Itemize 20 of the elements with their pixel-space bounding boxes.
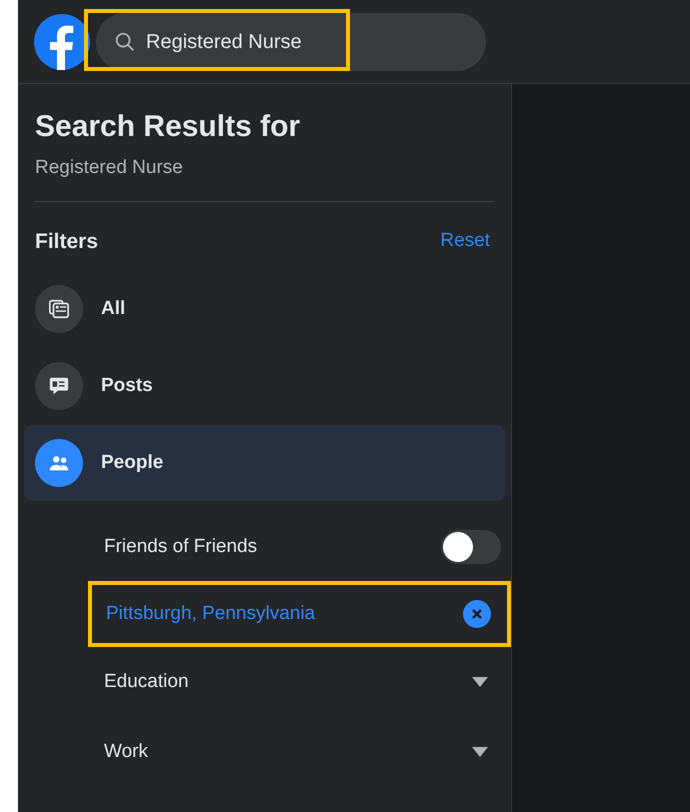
search-icon bbox=[114, 30, 136, 52]
caret-icon bbox=[471, 746, 489, 758]
sidebar-title: Search Results for bbox=[35, 109, 302, 145]
search-field[interactable]: Registered Nurse bbox=[96, 12, 486, 70]
filter-category[interactable]: People bbox=[24, 425, 505, 501]
speech-bubble-icon bbox=[48, 375, 70, 397]
filter-category[interactable]: All bbox=[24, 271, 505, 347]
caret-icon bbox=[471, 676, 489, 688]
filters-heading: Filters bbox=[35, 228, 98, 254]
filter-dropdown[interactable]: Education bbox=[18, 647, 511, 717]
feed-icon bbox=[48, 298, 70, 320]
logo-icon[interactable] bbox=[34, 14, 90, 70]
filter-category[interactable]: Posts bbox=[24, 348, 505, 424]
location-filter[interactable]: Pittsburgh, Pennsylvania bbox=[88, 581, 511, 647]
clear-icon[interactable] bbox=[463, 600, 491, 628]
search-query: Registered Nurse bbox=[35, 156, 184, 180]
filter-dropdown[interactable]: Work bbox=[18, 717, 511, 787]
filter-label: Friends of Friends bbox=[104, 534, 258, 559]
reset-link[interactable]: Reset bbox=[440, 227, 490, 256]
toggle-switch[interactable] bbox=[441, 530, 501, 564]
